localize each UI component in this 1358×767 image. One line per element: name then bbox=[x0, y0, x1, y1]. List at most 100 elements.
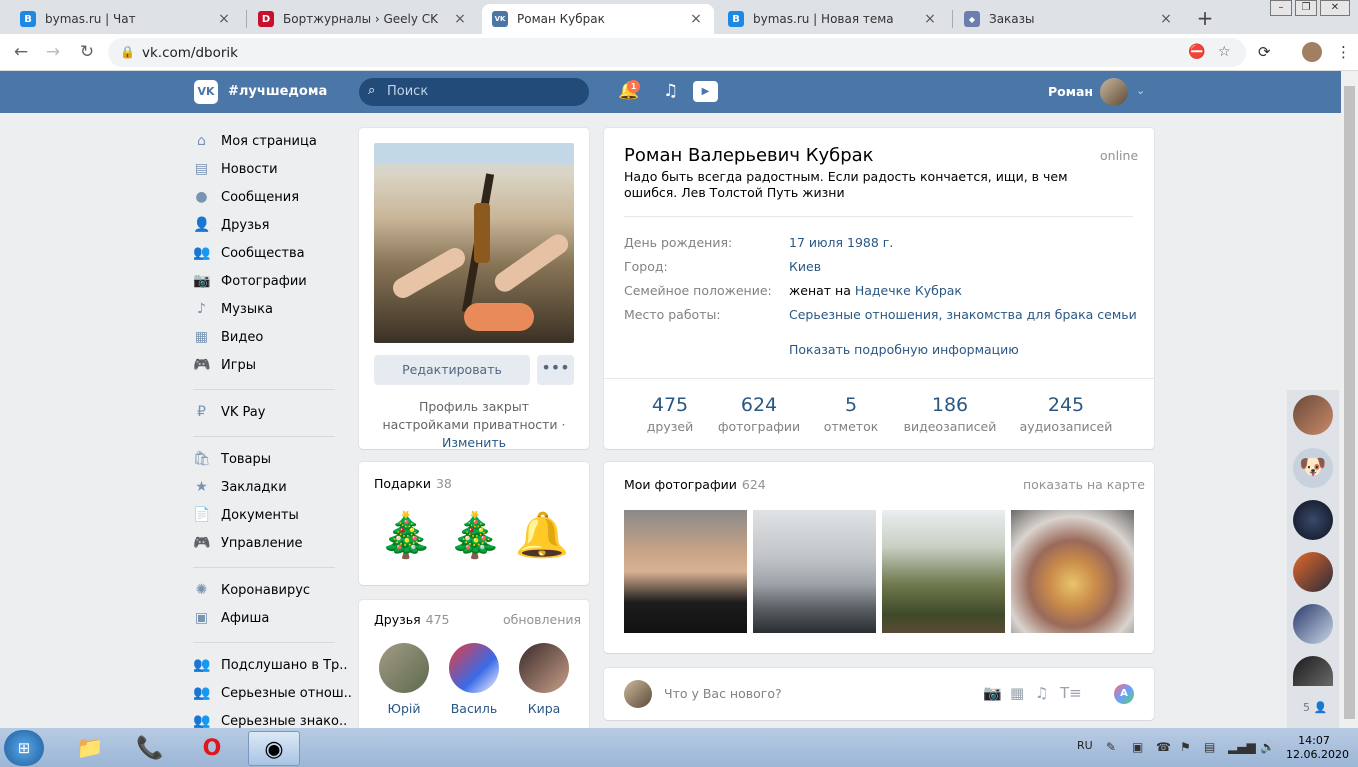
viber-tray-icon[interactable]: ☎ bbox=[1156, 740, 1171, 754]
signal-icon[interactable]: ▂▄▆ bbox=[1228, 740, 1256, 754]
menu-kebab-icon[interactable]: ⋮ bbox=[1336, 43, 1351, 61]
menu-item-my-page[interactable]: ⌂ Моя страница bbox=[193, 131, 317, 151]
blocked-content-icon[interactable]: ⛔ bbox=[1188, 44, 1205, 60]
menu-item-community-1[interactable]: 👥 Подслушано в Тр.. bbox=[193, 655, 348, 675]
gifts-title[interactable]: Подарки 38 bbox=[374, 476, 452, 491]
counter-friends[interactable]: 475 друзей bbox=[640, 394, 700, 434]
chat-count[interactable]: 5 👤 bbox=[1303, 701, 1327, 714]
text-format-icon[interactable]: T≡ bbox=[1060, 684, 1082, 702]
browser-tab-orders[interactable]: ◆ Заказы × bbox=[954, 4, 1184, 34]
header-hashtag[interactable]: #лучшедома bbox=[228, 84, 327, 99]
chat-avatar[interactable] bbox=[1293, 395, 1333, 435]
chevron-down-icon[interactable]: ⌄ bbox=[1136, 84, 1145, 97]
chat-avatar[interactable] bbox=[1293, 604, 1333, 644]
browser-profile-avatar[interactable] bbox=[1302, 42, 1322, 62]
friend-card[interactable]: Василь bbox=[444, 643, 504, 716]
close-tab-icon[interactable]: × bbox=[922, 11, 938, 27]
chat-avatar[interactable] bbox=[1293, 500, 1333, 540]
counter-audios[interactable]: 245 аудиозаписей bbox=[1016, 394, 1116, 434]
system-clock[interactable]: 14:07 12.06.2020 bbox=[1286, 734, 1349, 762]
volume-icon[interactable]: 🔊 bbox=[1260, 740, 1275, 754]
flag-icon[interactable]: ⚑ bbox=[1180, 740, 1191, 754]
browser-tab-drive2[interactable]: D Бортжурналы › Geely CK × bbox=[248, 4, 478, 34]
spouse-link[interactable]: Надечке Кубрак bbox=[855, 283, 962, 298]
back-arrow-icon[interactable]: ← bbox=[10, 41, 32, 63]
counter-marks[interactable]: 5 отметок bbox=[816, 394, 886, 434]
christmas-tree-gift-icon[interactable]: 🎄 bbox=[375, 503, 437, 568]
menu-item-vk-pay[interactable]: ₽ VK Pay bbox=[193, 402, 265, 422]
windows-start-icon[interactable]: ⊞ bbox=[4, 730, 44, 766]
friends-updates-link[interactable]: обновления bbox=[503, 612, 581, 627]
pen-tray-icon[interactable]: ✎ bbox=[1106, 740, 1116, 754]
birthday-link[interactable]: 17 июля 1988 г. bbox=[789, 235, 893, 250]
app-tray-icon[interactable]: ▣ bbox=[1132, 740, 1143, 754]
photo-thumbnail[interactable] bbox=[753, 510, 876, 633]
menu-item-manage[interactable]: 🎮 Управление bbox=[193, 533, 303, 553]
menu-item-communities[interactable]: 👥 Сообщества bbox=[193, 243, 305, 263]
bell-gift-icon[interactable]: 🔔 bbox=[511, 503, 573, 568]
menu-item-video[interactable]: ▦ Видео bbox=[193, 327, 263, 347]
close-tab-icon[interactable]: × bbox=[452, 11, 468, 27]
address-bar[interactable]: 🔒 vk.com/dborik ⛔ ☆ bbox=[108, 38, 1246, 67]
extension-icon[interactable]: ⟳ bbox=[1258, 43, 1271, 61]
header-avatar[interactable] bbox=[1100, 78, 1128, 106]
header-user-name[interactable]: Роман bbox=[1048, 84, 1093, 99]
menu-item-games[interactable]: 🎮 Игры bbox=[193, 355, 256, 375]
restore-window-button[interactable]: ❐ bbox=[1295, 0, 1317, 16]
viber-icon[interactable]: 📞 bbox=[124, 731, 176, 766]
play-icon[interactable]: ▶ bbox=[693, 81, 718, 102]
music-note-icon[interactable]: ♫ bbox=[1035, 684, 1048, 702]
show-on-map-link[interactable]: показать на карте bbox=[1023, 477, 1145, 492]
vk-logo-icon[interactable]: VK bbox=[194, 80, 218, 104]
post-input[interactable]: Что у Вас нового? bbox=[664, 686, 782, 701]
menu-item-photos[interactable]: 📷 Фотографии bbox=[193, 271, 307, 291]
friends-title[interactable]: Друзья 475 bbox=[374, 612, 450, 627]
browser-tab-bymas-chat[interactable]: B bymas.ru | Чат × bbox=[10, 4, 242, 34]
friend-card[interactable]: Кира bbox=[514, 643, 574, 716]
forward-arrow-icon[interactable]: → bbox=[42, 41, 64, 63]
bookmark-star-icon[interactable]: ☆ bbox=[1218, 44, 1231, 60]
browser-tab-vk-profile[interactable]: VK Роман Кубрак × bbox=[482, 4, 714, 34]
close-tab-icon[interactable]: × bbox=[1158, 11, 1174, 27]
language-indicator[interactable]: RU bbox=[1077, 739, 1093, 752]
photo-thumbnail[interactable] bbox=[624, 510, 747, 633]
counter-videos[interactable]: 186 видеозаписей bbox=[900, 394, 1000, 434]
camera-icon[interactable]: 📷 bbox=[983, 684, 1002, 702]
more-actions-button[interactable]: ••• bbox=[537, 355, 574, 385]
counter-photos[interactable]: 624 фотографии bbox=[714, 394, 804, 434]
profile-photo[interactable] bbox=[374, 143, 574, 343]
minimize-window-button[interactable]: – bbox=[1270, 0, 1292, 16]
city-link[interactable]: Киев bbox=[789, 259, 821, 274]
menu-item-community-2[interactable]: 👥 Серьезные отнош.. bbox=[193, 683, 352, 703]
close-tab-icon[interactable]: × bbox=[216, 11, 232, 27]
music-note-icon[interactable]: ♫ bbox=[663, 81, 678, 101]
color-circle-icon[interactable]: A bbox=[1114, 684, 1134, 704]
opera-icon[interactable]: O bbox=[186, 731, 238, 766]
menu-item-coronavirus[interactable]: ✺ Коронавирус bbox=[193, 580, 310, 600]
menu-item-goods[interactable]: 🛍 Товары bbox=[193, 449, 271, 469]
menu-item-music[interactable]: ♪ Музыка bbox=[193, 299, 273, 319]
menu-item-messages[interactable]: ● Сообщения bbox=[193, 187, 299, 207]
menu-item-bookmarks[interactable]: ★ Закладки bbox=[193, 477, 287, 497]
reload-icon[interactable]: ↻ bbox=[76, 41, 98, 63]
search-input[interactable]: ⌕ Поиск bbox=[359, 78, 589, 106]
device-tray-icon[interactable]: ▤ bbox=[1204, 740, 1215, 754]
menu-item-afisha[interactable]: ▣ Афиша bbox=[193, 608, 269, 628]
chrome-icon[interactable]: ◉ bbox=[248, 731, 300, 766]
chat-avatar[interactable] bbox=[1293, 552, 1333, 592]
edit-profile-button[interactable]: Редактировать bbox=[374, 355, 530, 385]
browser-tab-bymas-topic[interactable]: B bymas.ru | Новая тема × bbox=[718, 4, 948, 34]
profile-status[interactable]: Надо быть всегда радостным. Если радость… bbox=[624, 169, 1124, 201]
show-details-link[interactable]: Показать подробную информацию bbox=[789, 342, 1019, 357]
film-icon[interactable]: ▦ bbox=[1010, 684, 1024, 702]
photos-title[interactable]: Мои фотографии 624 bbox=[624, 477, 766, 492]
christmas-tree-gift-icon[interactable]: 🎄 bbox=[444, 503, 506, 568]
photo-thumbnail[interactable] bbox=[1011, 510, 1134, 633]
menu-item-news[interactable]: ▤ Новости bbox=[193, 159, 278, 179]
dog-avatar-icon[interactable]: 🐶 bbox=[1293, 448, 1333, 488]
change-privacy-link[interactable]: Изменить bbox=[442, 435, 506, 450]
file-explorer-icon[interactable]: 📁 bbox=[64, 731, 116, 766]
scrollbar-thumb[interactable] bbox=[1344, 86, 1355, 719]
menu-item-documents[interactable]: 📄 Документы bbox=[193, 505, 299, 525]
photo-thumbnail[interactable] bbox=[882, 510, 1005, 633]
